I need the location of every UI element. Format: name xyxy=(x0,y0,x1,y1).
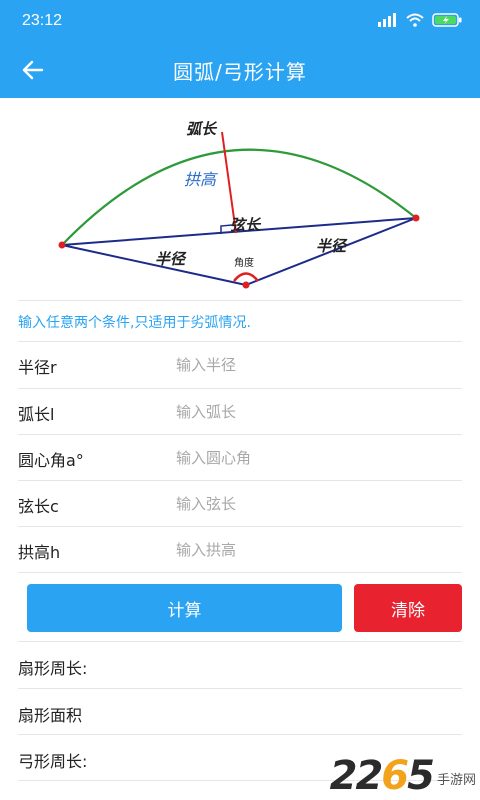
center-point xyxy=(242,281,250,289)
status-icons xyxy=(378,13,462,27)
segment-perimeter-label: 弓形周长: xyxy=(18,752,88,771)
radius-row: 半径r xyxy=(18,342,462,388)
sector-area-row: 扇形面积 xyxy=(18,689,462,735)
radius-label: 半径r xyxy=(18,358,57,377)
radius-left-label: 半径 xyxy=(155,250,187,268)
chord-length-row: 弦长c xyxy=(18,481,462,527)
angle-arc xyxy=(233,272,259,282)
radius-left-line xyxy=(61,244,247,286)
status-bar: 23:12 xyxy=(0,0,480,42)
app-bar: 圆弧/弓形计算 xyxy=(0,42,480,98)
endpoint-left xyxy=(58,241,66,249)
sector-perimeter-row: 扇形周长: xyxy=(18,642,462,688)
central-angle-input[interactable] xyxy=(176,441,456,475)
chord-length-label: 弦长c xyxy=(18,497,59,516)
arc-height-input[interactable] xyxy=(176,533,456,567)
radius-right-label: 半径 xyxy=(316,237,348,255)
sector-area-label: 扇形面积 xyxy=(18,706,83,725)
radius-input[interactable] xyxy=(176,348,456,382)
divider xyxy=(18,572,462,573)
arc-diagram: 弧长 拱高 弦长 半径 半径 角度 xyxy=(58,120,420,289)
height-label: 拱高 xyxy=(184,170,218,189)
arc-length-input[interactable] xyxy=(176,395,456,429)
arc-length-label: 弧长l xyxy=(18,405,55,424)
arc-length-label: 弧长 xyxy=(186,120,218,138)
wifi-icon xyxy=(406,13,424,27)
endpoint-right xyxy=(412,214,420,222)
watermark-site: 手游网 xyxy=(436,773,476,788)
calculate-button[interactable]: 计算 xyxy=(27,584,342,632)
chord-length-input[interactable] xyxy=(176,487,456,521)
angle-label: 角度 xyxy=(234,256,254,269)
central-angle-row: 圆心角a° xyxy=(18,435,462,481)
arc-height-row: 拱高h xyxy=(18,527,462,573)
divider xyxy=(18,300,462,301)
sector-perimeter-label: 扇形周长: xyxy=(18,659,88,678)
status-time: 23:12 xyxy=(22,12,63,29)
signal-icon xyxy=(378,13,396,27)
page-title: 圆弧/弓形计算 xyxy=(173,60,307,84)
central-angle-label: 圆心角a° xyxy=(18,451,84,470)
watermark-number: 2265 xyxy=(329,753,435,799)
battery-icon xyxy=(432,13,462,27)
hint-text: 输入任意两个条件,只适用于劣弧情况. xyxy=(18,315,251,331)
arc-length-row: 弧长l xyxy=(18,389,462,435)
watermark-logo: 2265 手游网 xyxy=(330,756,476,796)
chord-length-label: 弦长 xyxy=(230,216,262,234)
clear-button[interactable]: 清除 xyxy=(354,584,462,632)
arc-height-label: 拱高h xyxy=(18,543,61,562)
